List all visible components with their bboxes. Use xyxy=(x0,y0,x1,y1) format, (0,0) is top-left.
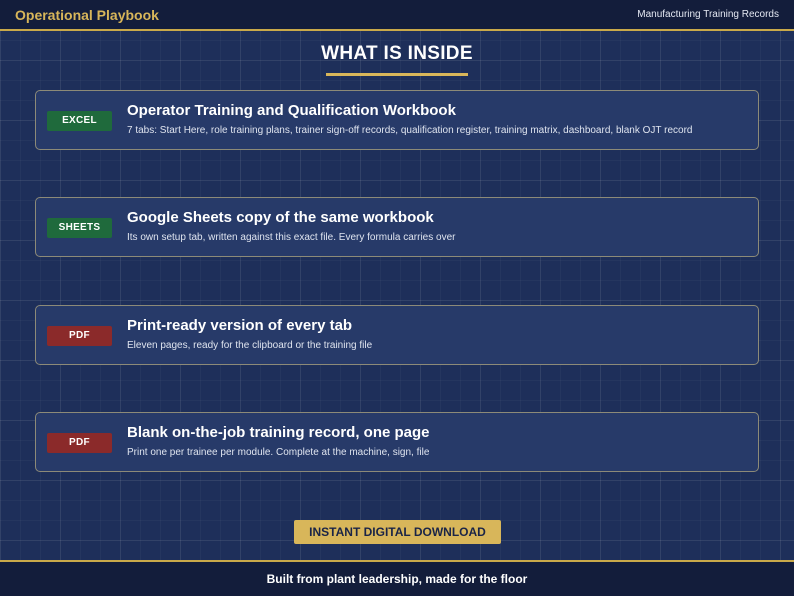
brand-title: Operational Playbook xyxy=(15,7,159,23)
download-button[interactable]: INSTANT DIGITAL DOWNLOAD xyxy=(294,520,501,544)
footer-tagline: Built from plant leadership, made for th… xyxy=(266,572,528,586)
card-description: 7 tabs: Start Here, role training plans,… xyxy=(127,125,693,136)
heading-underline xyxy=(326,73,468,76)
sheets-badge: SHEETS xyxy=(47,218,112,238)
card-title: Google Sheets copy of the same workbook xyxy=(127,209,434,226)
excel-badge: EXCEL xyxy=(47,111,112,131)
product-card-excel: EXCEL Operator Training and Qualificatio… xyxy=(35,90,759,150)
card-title: Blank on-the-job training record, one pa… xyxy=(127,424,430,441)
records-label: Manufacturing Training Records xyxy=(637,9,779,20)
product-card-sheets: SHEETS Google Sheets copy of the same wo… xyxy=(35,197,759,257)
footer-bar: Built from plant leadership, made for th… xyxy=(0,560,794,596)
section-heading: WHAT IS INSIDE xyxy=(321,43,473,64)
pdf-badge: PDF xyxy=(47,326,112,346)
top-bar: Operational Playbook Manufacturing Train… xyxy=(0,0,794,31)
product-card-pdf-ojt: PDF Blank on-the-job training record, on… xyxy=(35,412,759,472)
card-title: Print-ready version of every tab xyxy=(127,317,353,334)
pdf-badge: PDF xyxy=(47,433,112,453)
card-title: Operator Training and Qualification Work… xyxy=(127,102,456,119)
card-description: Eleven pages, ready for the clipboard or… xyxy=(127,340,373,351)
card-description: Print one per trainee per module. Comple… xyxy=(127,447,430,458)
product-card-pdf-print: PDF Print-ready version of every tab Ele… xyxy=(35,305,759,365)
card-description: Its own setup tab, written against this … xyxy=(127,232,456,243)
